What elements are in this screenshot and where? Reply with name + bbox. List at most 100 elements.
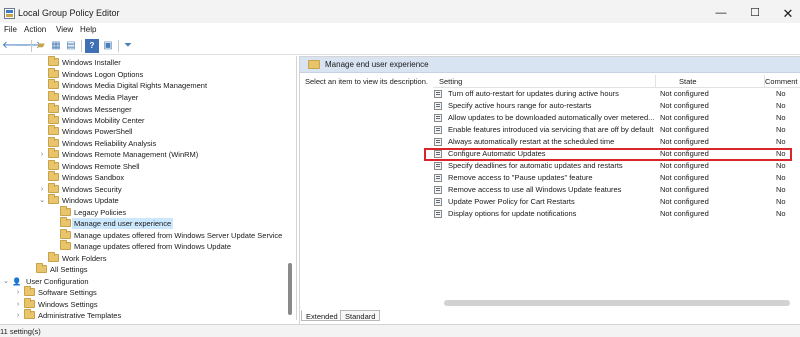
window-title: Local Group Policy Editor	[18, 8, 120, 18]
tree-expander[interactable]: ⌄	[38, 195, 46, 206]
setting-comment: No	[776, 185, 786, 194]
tree-expander[interactable]: ›	[38, 149, 46, 160]
tree-item[interactable]: Windows Installer	[0, 56, 290, 68]
tree-item-label: Windows Messenger	[62, 105, 132, 114]
setting-name: Specify deadlines for automatic updates …	[448, 161, 623, 170]
scrollbar-thumb[interactable]	[288, 263, 292, 315]
tree-item[interactable]: Windows Remote Shell	[0, 160, 290, 172]
setting-name: Update Power Policy for Cart Restarts	[448, 197, 575, 206]
tree-item[interactable]: ⌄ 👤 User Configuration	[0, 276, 290, 287]
column-header-setting[interactable]: Setting	[439, 77, 462, 86]
tree-item[interactable]: Work Folders	[0, 252, 290, 264]
table-row[interactable]: Remove access to "Pause updates" feature…	[432, 172, 800, 184]
tree-item[interactable]: Windows Logon Options	[0, 68, 290, 80]
tree-item-label: Legacy Policies	[74, 208, 127, 217]
column-header-comment[interactable]: Comment	[765, 77, 798, 86]
tab-standard[interactable]: Standard	[340, 310, 381, 321]
tree-item-label: Windows Settings	[38, 300, 98, 309]
tree-expander[interactable]: ›	[14, 287, 22, 298]
tree-item-label: Windows Security	[62, 185, 122, 194]
menu-help[interactable]: Help	[80, 25, 96, 34]
details-horizontal-scrollbar[interactable]	[444, 300, 790, 306]
toolbar-separator	[118, 40, 119, 52]
tree-item[interactable]: Manage updates offered from Windows Upda…	[0, 240, 290, 252]
folder-icon	[48, 103, 59, 113]
tree-item[interactable]: › Windows Settings	[0, 298, 290, 310]
tree-expander[interactable]: ›	[14, 299, 22, 310]
tree-item[interactable]: Windows Messenger	[0, 103, 290, 115]
folder-icon	[48, 91, 59, 101]
tree-item-label: Windows Installer	[62, 58, 121, 67]
tree-expander[interactable]: ›	[14, 310, 22, 320]
table-row[interactable]: Always automatically restart at the sche…	[432, 136, 800, 148]
tree-item-selected[interactable]: Manage end user experience	[0, 217, 290, 229]
table-row[interactable]: Specify active hours range for auto-rest…	[432, 100, 800, 112]
table-row[interactable]: Enable features introduced via servicing…	[432, 124, 800, 136]
column-header-state[interactable]: State	[679, 77, 697, 86]
tree-item[interactable]: Windows Mobility Center	[0, 114, 290, 126]
setting-name: Turn off auto-restart for updates during…	[448, 89, 619, 98]
folder-icon	[48, 68, 59, 78]
show-hide-tree-icon[interactable]: ▦	[49, 39, 63, 53]
menu-action[interactable]: Action	[24, 25, 46, 34]
tree-item-label: User Configuration	[26, 277, 89, 286]
table-row[interactable]: Remove access to use all Windows Update …	[432, 184, 800, 196]
settings-table-header: Setting State Comment	[433, 74, 800, 88]
help-icon[interactable]: ?	[85, 39, 99, 53]
folder-icon	[48, 194, 59, 204]
back-arrow-icon[interactable]: 🡐	[2, 39, 29, 53]
forward-arrow-icon[interactable]: 🡒	[15, 39, 42, 53]
table-row[interactable]: Specify deadlines for automatic updates …	[432, 160, 800, 172]
tree-item[interactable]: ⌄ Windows Update	[0, 194, 290, 206]
tree-item-label: Manage updates offered from Windows Serv…	[74, 231, 283, 240]
tree-item[interactable]: Legacy Policies	[0, 206, 290, 218]
policy-setting-icon	[434, 102, 442, 110]
up-folder-icon[interactable]: ▰	[34, 39, 48, 53]
folder-icon	[60, 217, 71, 227]
setting-comment: No	[776, 161, 786, 170]
tree-item[interactable]: › Software Settings	[0, 286, 290, 298]
tree-item[interactable]: Windows Sandbox	[0, 171, 290, 183]
tree-item[interactable]: Windows Reliability Analysis	[0, 137, 290, 149]
filter-icon[interactable]: ⏷	[121, 39, 135, 53]
tree-item[interactable]: Windows PowerShell	[0, 125, 290, 137]
properties-icon[interactable]: ▣	[101, 39, 115, 53]
tree-item[interactable]: All Settings	[0, 263, 290, 275]
setting-name: Remove access to "Pause updates" feature	[448, 173, 593, 182]
tree-pane: Windows Installer Windows Logon Options …	[0, 56, 297, 320]
tree-item[interactable]: Windows Media Digital Rights Management	[0, 79, 290, 91]
column-divider[interactable]	[655, 75, 656, 87]
folder-icon	[60, 240, 71, 250]
setting-comment: No	[776, 173, 786, 182]
tab-extended[interactable]: Extended	[301, 310, 343, 321]
table-row[interactable]: Turn off auto-restart for updates during…	[432, 88, 800, 100]
setting-comment: No	[776, 137, 786, 146]
tree-item[interactable]: Windows Media Player	[0, 91, 290, 103]
folder-icon	[308, 60, 320, 69]
policy-setting-icon	[434, 90, 442, 98]
setting-comment: No	[776, 113, 786, 122]
tree-item[interactable]: › Windows Remote Management (WinRM)	[0, 148, 290, 160]
policy-setting-icon	[434, 162, 442, 170]
menu-file[interactable]: File	[4, 25, 17, 34]
status-text: 11 setting(s)	[0, 327, 41, 336]
tree-expander[interactable]: ⌄	[2, 276, 10, 287]
tree-vertical-scrollbar[interactable]	[287, 58, 293, 320]
folder-icon	[48, 183, 59, 193]
tree-item-label: Administrative Templates	[38, 311, 122, 320]
menu-view[interactable]: View	[56, 25, 73, 34]
table-row[interactable]: Display options for update notifications…	[432, 208, 800, 220]
tree-item[interactable]: › Windows Security	[0, 183, 290, 195]
folder-icon	[60, 229, 71, 239]
tree-item[interactable]: › Administrative Templates	[0, 309, 290, 320]
tree-item-label: Windows PowerShell	[62, 127, 133, 136]
tree-item-label: Windows Sandbox	[62, 173, 125, 182]
toolbar-separator	[31, 40, 32, 52]
policy-setting-icon	[434, 198, 442, 206]
setting-state: Not configured	[660, 185, 709, 194]
table-row[interactable]: Update Power Policy for Cart Restarts No…	[432, 196, 800, 208]
export-list-icon[interactable]: ▤	[64, 39, 78, 53]
tree-expander[interactable]: ›	[38, 184, 46, 195]
table-row[interactable]: Allow updates to be downloaded automatic…	[432, 112, 800, 124]
tree-item[interactable]: Manage updates offered from Windows Serv…	[0, 229, 290, 241]
